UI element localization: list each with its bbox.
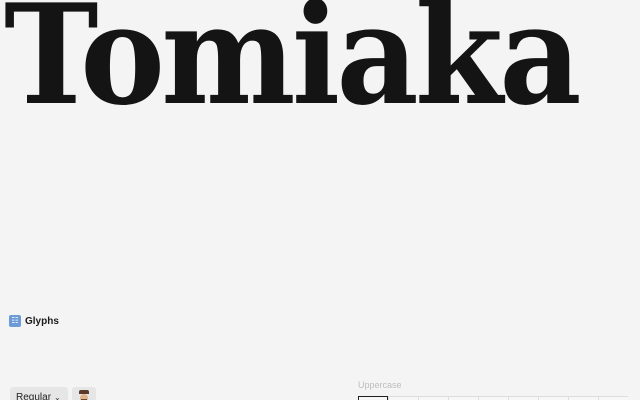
glyph-cell[interactable] [448, 396, 478, 400]
glyph-cell[interactable] [418, 396, 448, 400]
chevron-down-icon: ⌄ [54, 392, 61, 400]
glyphs-title: Glyphs [25, 315, 59, 327]
glyph-cell[interactable] [478, 396, 508, 400]
style-select[interactable]: Regular ⌄ [10, 387, 68, 400]
glyph-category-label: Uppercase [358, 380, 402, 390]
glyph-cell[interactable] [358, 396, 388, 400]
glyph-cell[interactable] [538, 396, 568, 400]
glyphs-icon: ☷ [9, 315, 21, 327]
avatar-button[interactable] [72, 387, 96, 400]
glyph-grid [358, 396, 628, 400]
glyph-cell[interactable] [598, 396, 628, 400]
specimen-text: Tomiaka [4, 0, 582, 136]
glyph-cell[interactable] [568, 396, 598, 400]
glyph-cell[interactable] [508, 396, 538, 400]
glyph-cell[interactable] [388, 396, 418, 400]
glyphs-heading: ☷ Glyphs [9, 314, 59, 328]
type-specimen-hero: Tomiaka [0, 0, 640, 132]
style-select-value: Regular [16, 391, 52, 400]
font-specimen-page: Tomiaka ☷ Glyphs Regular ⌄ Uppercase [0, 0, 640, 400]
